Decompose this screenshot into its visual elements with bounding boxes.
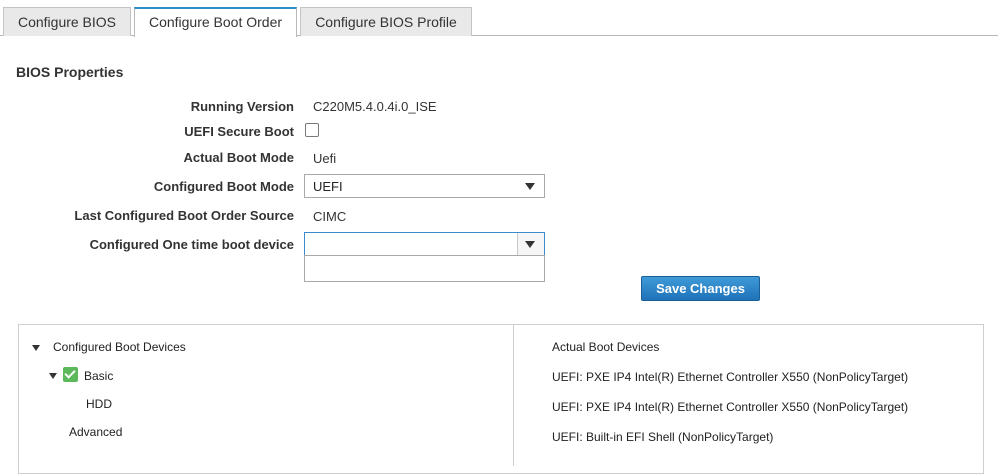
expand-caret-icon[interactable] (49, 373, 57, 379)
running-version-value: C220M5.4.0.4i.0_ISE (313, 99, 437, 114)
tab-label: Configure BIOS Profile (315, 14, 457, 30)
dropdown-button[interactable] (517, 233, 544, 255)
chevron-down-icon (525, 241, 535, 248)
configured-boot-devices-node[interactable]: Configured Boot Devices (53, 340, 186, 354)
save-changes-button[interactable]: Save Changes (641, 276, 760, 301)
hdd-node[interactable]: HDD (86, 397, 112, 411)
panel-divider (513, 324, 514, 466)
configured-boot-mode-label: Configured Boot Mode (153, 179, 294, 194)
tab-configure-bios[interactable]: Configure BIOS (3, 7, 131, 36)
actual-boot-device-item[interactable]: UEFI: Built-in EFI Shell (NonPolicyTarge… (552, 430, 773, 444)
actual-boot-mode-label: Actual Boot Mode (183, 150, 295, 165)
last-boot-order-source-value: CIMC (313, 209, 347, 224)
one-time-boot-device-select[interactable] (304, 232, 545, 256)
actual-boot-mode-value: Uefi (313, 151, 337, 166)
actual-boot-device-item[interactable]: UEFI: PXE IP4 Intel(R) Ethernet Controll… (552, 370, 908, 384)
checkmark-icon[interactable] (63, 367, 78, 382)
last-boot-order-source-label: Last Configured Boot Order Source (74, 208, 294, 223)
expand-caret-icon[interactable] (32, 345, 40, 351)
configured-boot-mode-value: UEFI (313, 179, 343, 194)
one-time-boot-device-label: Configured One time boot device (89, 237, 294, 252)
basic-node[interactable]: Basic (84, 369, 113, 383)
uefi-secure-boot-label: UEFI Secure Boot (184, 124, 294, 139)
one-time-boot-device-options[interactable] (304, 255, 545, 282)
running-version-label: Running Version (190, 99, 294, 114)
actual-boot-devices-header: Actual Boot Devices (552, 340, 660, 354)
dropdown-caret (518, 175, 544, 197)
advanced-node[interactable]: Advanced (69, 425, 122, 439)
tab-label: Configure BIOS (17, 14, 117, 30)
tab-configure-bios-profile[interactable]: Configure BIOS Profile (300, 7, 472, 36)
chevron-down-icon (525, 183, 535, 190)
tab-configure-boot-order[interactable]: Configure Boot Order (134, 7, 297, 37)
tab-label: Configure Boot Order (148, 14, 283, 30)
section-title: BIOS Properties (16, 64, 124, 80)
uefi-secure-boot-checkbox[interactable] (305, 123, 319, 137)
actual-boot-device-item[interactable]: UEFI: PXE IP4 Intel(R) Ethernet Controll… (552, 400, 908, 414)
configured-boot-mode-select[interactable]: UEFI (304, 174, 545, 198)
tab-bar: Configure BIOS Configure Boot Order Conf… (0, 0, 998, 37)
